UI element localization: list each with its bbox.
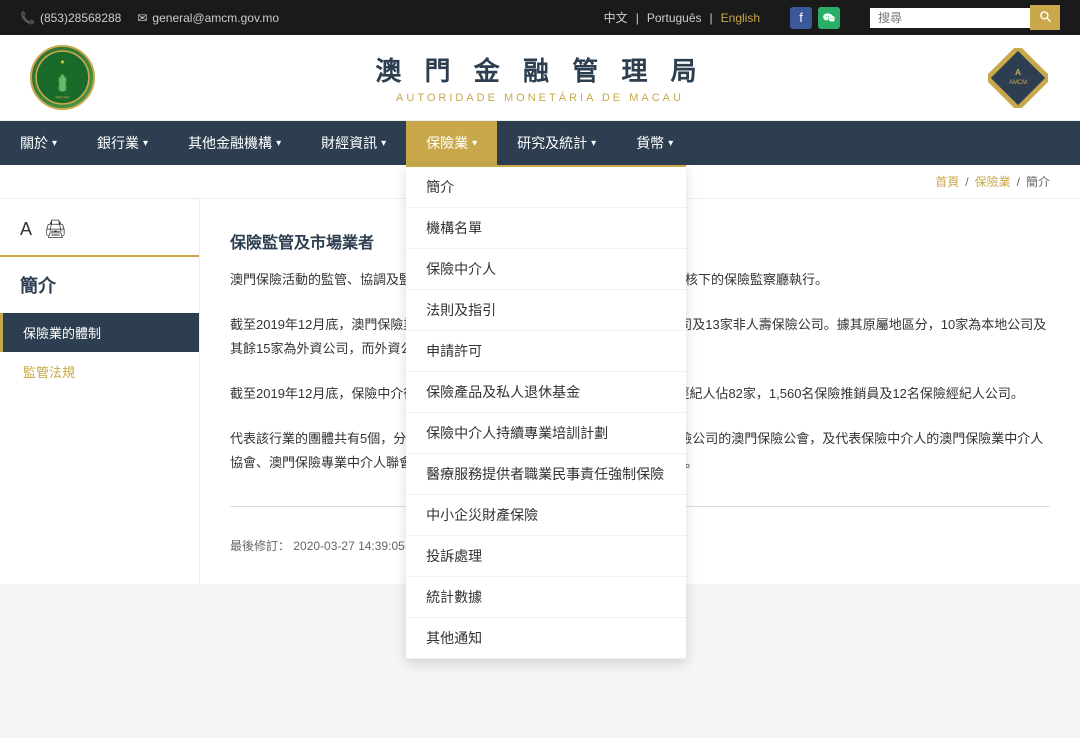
sidebar-title: 簡介 bbox=[0, 257, 199, 313]
dropdown-item-laws[interactable]: 法則及指引 bbox=[406, 290, 686, 331]
svg-text:MACAO: MACAO bbox=[55, 95, 69, 99]
nav-research[interactable]: 研究及統計 ▾ bbox=[497, 121, 616, 165]
site-title-cn: 澳 門 金 融 管 理 局 bbox=[375, 51, 704, 88]
nav-currency[interactable]: 貨幣 ▾ bbox=[616, 121, 693, 165]
main-nav: 關於 ▾ 銀行業 ▾ 其他金融機構 ▾ 財經資訊 ▾ 保險業 ▾ 簡介 機構名單… bbox=[0, 121, 1080, 165]
email-address: general@amcm.gov.mo bbox=[152, 11, 279, 25]
dropdown-item-intro[interactable]: 簡介 bbox=[406, 167, 686, 208]
lang-pt[interactable]: Português bbox=[647, 11, 702, 25]
dropdown-item-products[interactable]: 保險產品及私人退休基金 bbox=[406, 372, 686, 413]
chevron-down-icon: ▾ bbox=[52, 138, 57, 149]
sidebar-item-structure[interactable]: 保險業的體制 bbox=[0, 313, 199, 352]
email-info: ✉ general@amcm.gov.mo bbox=[137, 11, 279, 25]
site-title-en: AUTORIDADE MONETÁRIA DE MACAU bbox=[375, 92, 704, 104]
breadcrumb-current: 簡介 bbox=[1026, 173, 1050, 190]
dropdown-item-complaints[interactable]: 投訴處理 bbox=[406, 536, 686, 577]
sidebar-item-regulations[interactable]: 監管法規 bbox=[0, 352, 199, 391]
search-input[interactable] bbox=[870, 8, 1030, 28]
sidebar-tools: A 🖨 bbox=[0, 219, 199, 257]
nav-insurance[interactable]: 保險業 ▾ 簡介 機構名單 保險中介人 法則及指引 申請許可 保險產品及私人退休… bbox=[406, 121, 497, 165]
nav-banking[interactable]: 銀行業 ▾ bbox=[77, 121, 168, 165]
site-header: MACAO 澳 門 金 融 管 理 局 AUTORIDADE MONETÁRIA… bbox=[0, 35, 1080, 121]
social-links: f bbox=[790, 7, 840, 29]
font-size-icon[interactable]: A bbox=[20, 219, 32, 240]
dropdown-item-sme[interactable]: 中小企災財產保險 bbox=[406, 495, 686, 536]
search-form bbox=[870, 5, 1060, 30]
chevron-down-icon: ▾ bbox=[143, 138, 148, 149]
nav-other-financial[interactable]: 其他金融機構 ▾ bbox=[168, 121, 301, 165]
lang-en[interactable]: English bbox=[721, 11, 760, 25]
dropdown-item-apply[interactable]: 申請許可 bbox=[406, 331, 686, 372]
dropdown-item-intermediaries[interactable]: 保險中介人 bbox=[406, 249, 686, 290]
nav-financial-info[interactable]: 財經資訊 ▾ bbox=[301, 121, 406, 165]
breadcrumb-sep1: / bbox=[965, 175, 968, 189]
top-bar: 📞 (853)28568288 ✉ general@amcm.gov.mo 中文… bbox=[0, 0, 1080, 35]
language-switcher: 中文 | Português | English bbox=[604, 9, 760, 26]
svg-text:A: A bbox=[1014, 67, 1020, 77]
lang-cn[interactable]: 中文 bbox=[604, 9, 628, 26]
svg-text:AMCM: AMCM bbox=[1008, 80, 1026, 86]
dropdown-item-notices[interactable]: 其他通知 bbox=[406, 618, 686, 659]
dropdown-item-training[interactable]: 保險中介人持續專業培訓計劃 bbox=[406, 413, 686, 454]
dropdown-item-stats[interactable]: 統計數據 bbox=[406, 577, 686, 618]
contact-info: 📞 (853)28568288 ✉ general@amcm.gov.mo bbox=[20, 11, 584, 25]
phone-info: 📞 (853)28568288 bbox=[20, 11, 121, 25]
sidebar: A 🖨 簡介 保險業的體制 監管法規 bbox=[0, 199, 200, 584]
print-icon[interactable]: 🖨 bbox=[44, 219, 67, 240]
site-title: 澳 門 金 融 管 理 局 AUTORIDADE MONETÁRIA DE MA… bbox=[375, 51, 704, 104]
phone-number: (853)28568288 bbox=[40, 11, 121, 25]
search-button[interactable] bbox=[1030, 5, 1060, 30]
amcm-logo: A AMCM bbox=[985, 45, 1050, 110]
breadcrumb-section[interactable]: 保險業 bbox=[975, 173, 1011, 190]
macau-logo: MACAO bbox=[30, 45, 95, 110]
dropdown-item-medical[interactable]: 醫療服務提供者職業民事責任強制保險 bbox=[406, 454, 686, 495]
last-modified-label: 最後修訂： bbox=[230, 539, 290, 553]
breadcrumb-sep2: / bbox=[1017, 175, 1020, 189]
phone-icon: 📞 bbox=[20, 11, 35, 25]
breadcrumb-home[interactable]: 首頁 bbox=[935, 173, 959, 190]
chevron-down-icon: ▾ bbox=[381, 138, 386, 149]
dropdown-item-org-list[interactable]: 機構名單 bbox=[406, 208, 686, 249]
wechat-icon[interactable] bbox=[818, 7, 840, 29]
chevron-down-icon: ▾ bbox=[472, 138, 477, 149]
chevron-down-icon: ▾ bbox=[668, 138, 673, 149]
nav-about[interactable]: 關於 ▾ bbox=[0, 121, 77, 165]
chevron-down-icon: ▾ bbox=[591, 138, 596, 149]
insurance-dropdown: 簡介 機構名單 保險中介人 法則及指引 申請許可 保險產品及私人退休基金 保險中… bbox=[406, 165, 686, 659]
chevron-down-icon: ▾ bbox=[276, 138, 281, 149]
facebook-icon[interactable]: f bbox=[790, 7, 812, 29]
last-modified-date: 2020-03-27 14:39:05 bbox=[293, 539, 404, 553]
email-icon: ✉ bbox=[137, 11, 147, 25]
